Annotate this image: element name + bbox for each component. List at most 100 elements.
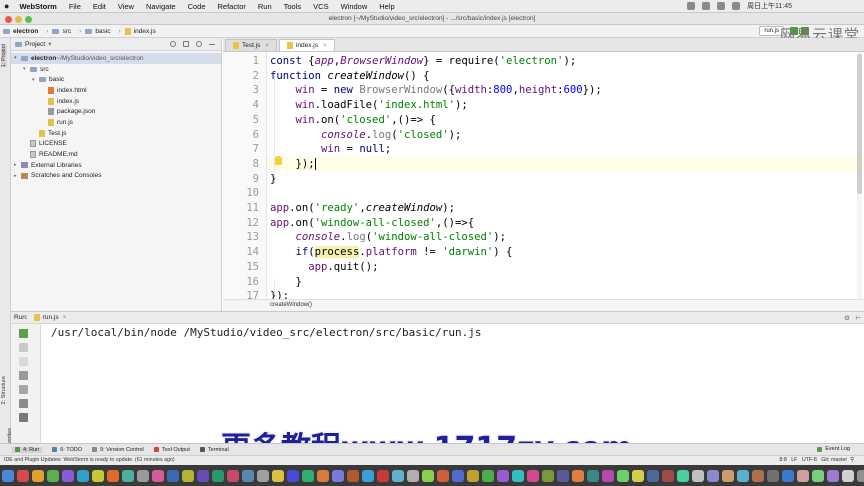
dock-app-icon[interactable] [857,469,864,482]
collapse-icon[interactable] [183,41,189,47]
dock-app-icon[interactable] [587,469,599,482]
line-number[interactable]: 11 [229,202,259,214]
rerun-icon[interactable] [19,329,28,338]
dock-app-icon[interactable] [827,469,839,482]
dock-app-icon[interactable] [152,469,164,482]
dock-app-icon[interactable] [347,469,359,482]
minimize-window-icon[interactable] [15,16,22,23]
dock-app-icon[interactable] [242,469,254,482]
menu-vcs[interactable]: VCS [313,2,328,11]
line-number[interactable]: 16 [229,276,259,288]
run-tab[interactable]: run.js × [33,314,66,321]
menu-file[interactable]: File [69,2,81,11]
dock-app-icon[interactable] [647,469,659,482]
dock-app-icon[interactable] [797,469,809,482]
line-number-gutter[interactable]: 1 2 3 4 5 6 7 8 9 10 11 12 13 14 15 16 17 [223,52,267,299]
line-number[interactable]: 3 [229,84,259,96]
zoom-window-icon[interactable] [25,16,32,23]
code-breadcrumb[interactable]: createWindow() [223,299,864,311]
trash-icon[interactable] [19,413,28,422]
dock-app-icon[interactable] [602,469,614,482]
menu-code[interactable]: Code [188,2,206,11]
tree-item-readme-md[interactable]: README.md [11,149,221,160]
dock-app-icon[interactable] [227,469,239,482]
menu-view[interactable]: View [118,2,134,11]
menu-window[interactable]: Window [341,2,368,11]
nav-crumb-electron[interactable]: electron [3,28,38,35]
dock-app-icon[interactable] [107,469,119,482]
line-number[interactable]: 8 [229,158,259,170]
line-number[interactable]: 2 [229,70,259,82]
dock-app-icon[interactable] [272,469,284,482]
line-number[interactable]: 7 [229,143,259,155]
tree-item-basic[interactable]: ▾ basic [11,74,221,85]
todo-tool-button[interactable]: 6: TODO [52,447,82,453]
dock-app-icon[interactable] [752,469,764,482]
dock-app-icon[interactable] [362,469,374,482]
close-window-icon[interactable] [5,16,12,23]
event-log-button[interactable]: Event Log [817,446,850,452]
nav-crumb-src[interactable]: src [52,28,71,35]
dock-app-icon[interactable] [677,469,689,482]
project-view-select[interactable]: Project [25,41,45,48]
battery-icon[interactable] [732,2,741,11]
line-number[interactable]: 14 [229,246,259,258]
version-control-tool-button[interactable]: 9: Version Control [92,447,144,453]
gear-icon[interactable] [196,41,202,47]
menu-run[interactable]: Run [258,2,272,11]
dock-app-icon[interactable] [2,469,14,482]
tree-item-test-js[interactable]: Test.js [11,128,221,139]
dock-app-icon[interactable] [77,469,89,482]
clock[interactable]: 周日上午11:45 [747,3,792,10]
tree-item-electron[interactable]: ▾ electron ~/MyStudio/video_src/electron [11,53,221,64]
dock-app-icon[interactable] [407,469,419,482]
dock-app-icon[interactable] [422,469,434,482]
dock-app-icon[interactable] [557,469,569,482]
run-tool-button[interactable]: 4: Run [12,446,43,453]
tree-item-package-json[interactable]: package.json [11,106,221,117]
dock-app-icon[interactable] [767,469,779,482]
print-icon[interactable] [19,399,28,408]
dock-app-icon[interactable] [437,469,449,482]
scroll-down-icon[interactable] [19,357,28,366]
hide-icon[interactable] [209,44,215,45]
locate-icon[interactable] [170,41,176,47]
soft-wrap-icon[interactable] [19,371,28,380]
tree-item-scratches-and-consoles[interactable]: ▸ Scratches and Consoles [11,171,221,182]
line-number[interactable]: 10 [229,187,259,199]
dock-app-icon[interactable] [182,469,194,482]
stop-icon[interactable] [19,343,28,352]
tree-item-external-libraries[interactable]: ▸ External Libraries [11,160,221,171]
dock-app-icon[interactable] [572,469,584,482]
dock-app-icon[interactable] [512,469,524,482]
line-number[interactable]: 6 [229,129,259,141]
vcs-branch[interactable]: Git: master [821,457,847,463]
menu-help[interactable]: Help [379,2,394,11]
project-tool-button[interactable]: 1: Project [1,44,7,68]
menu-tools[interactable]: Tools [284,2,302,11]
dock-app-icon[interactable] [377,469,389,482]
dock-app-icon[interactable] [662,469,674,482]
tab-test-js[interactable]: Test.js × [225,39,277,51]
tool-output-button[interactable]: Tool Output [153,447,190,453]
menu-navigate[interactable]: Navigate [146,2,176,11]
tray-icon[interactable] [702,2,711,11]
dock-app-icon[interactable] [737,469,749,482]
dock-app-icon[interactable] [497,469,509,482]
dock-app-icon[interactable] [692,469,704,482]
line-separator[interactable]: LF [791,457,797,463]
line-number[interactable]: 5 [229,114,259,126]
tree-item-index-html[interactable]: index.html [11,85,221,96]
tree-item-src[interactable]: ▾ src [11,64,221,75]
tree-item-license[interactable]: LICENSE [11,139,221,150]
tab-index-js[interactable]: index.js × [278,39,335,51]
structure-tool-button[interactable]: 2: Structure [1,376,7,404]
apple-icon[interactable]: ● [4,1,9,11]
dock-app-icon[interactable] [317,469,329,482]
dock-app-icon[interactable] [332,469,344,482]
gear-icon[interactable]: ⚙ [844,314,850,322]
menu-edit[interactable]: Edit [93,2,106,11]
dock-app-icon[interactable] [632,469,644,482]
tray-icon[interactable] [687,2,696,11]
line-number[interactable]: 9 [229,173,259,185]
